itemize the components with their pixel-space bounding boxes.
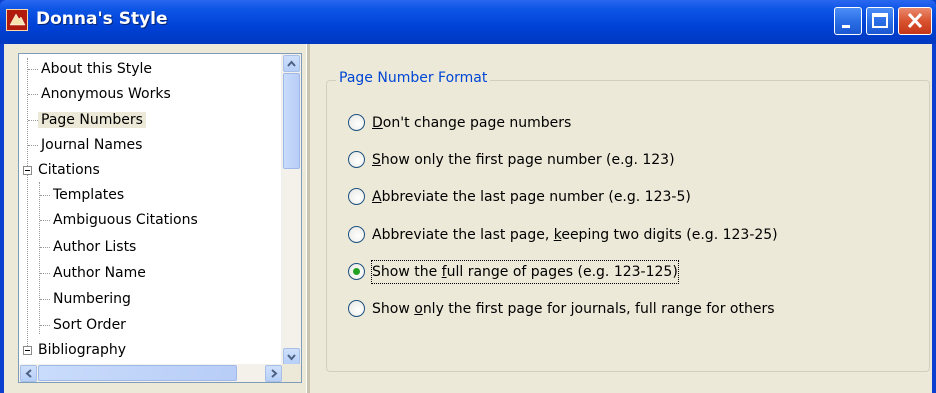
chevron-right-icon	[271, 369, 278, 378]
radio-label: Abbreviate the last page, keeping two di…	[372, 227, 778, 243]
tree-line	[40, 220, 50, 221]
tree-line	[40, 299, 50, 300]
vertical-scroll-thumb[interactable]	[283, 73, 300, 169]
tree-line	[40, 325, 50, 326]
tree-item-label: Journal Names	[41, 137, 143, 153]
tree-item-author-name[interactable]: Author Name	[50, 262, 149, 284]
scrollbar-corner	[282, 364, 301, 382]
close-button[interactable]	[898, 7, 932, 35]
tree-item-label: Page Numbers	[38, 112, 146, 128]
tree-line	[28, 120, 38, 121]
radio-label: Show only the first page for journals, f…	[372, 301, 775, 317]
scroll-down-button[interactable]	[283, 348, 300, 365]
radio-button[interactable]	[348, 151, 365, 168]
radio-button[interactable]	[348, 114, 365, 131]
tree-item-label: Templates	[53, 187, 125, 203]
radio-button[interactable]	[348, 188, 365, 205]
scroll-up-button[interactable]	[283, 55, 300, 72]
tree-item-label: Anonymous Works	[41, 86, 171, 102]
expand-collapse-icon[interactable]	[23, 166, 32, 175]
settings-tree[interactable]: About this Style Anonymous Works Page Nu…	[18, 53, 302, 383]
radio-label: Show the full range of pages (e.g. 123-1…	[371, 260, 679, 284]
maximize-button[interactable]	[866, 7, 894, 35]
radio-label: Show only the first page number (e.g. 12…	[372, 152, 675, 168]
tree-item-label: Numbering	[53, 291, 131, 307]
tree-item-label: Author Lists	[53, 239, 137, 255]
chevron-left-icon	[25, 369, 32, 378]
radio-button[interactable]	[348, 226, 365, 243]
chevron-down-icon	[287, 354, 296, 361]
style-editor-window: Donna's Style About this Style Anonymous…	[0, 0, 936, 393]
close-icon	[907, 12, 923, 29]
expand-collapse-icon[interactable]	[23, 346, 32, 355]
tree-item-label: Bibliography	[38, 342, 126, 358]
maximize-icon	[872, 13, 888, 28]
tree-item-bibliography[interactable]: Bibliography	[35, 339, 129, 361]
tree-item-citations[interactable]: Citations	[35, 159, 103, 181]
window-title: Donna's Style	[36, 9, 168, 29]
tree-item-label: About this Style	[41, 61, 153, 77]
tree-line	[40, 273, 50, 274]
tree-item-anonymous-works[interactable]: Anonymous Works	[38, 83, 174, 105]
tree-item-label: Sort Order	[53, 317, 126, 333]
tree-line	[39, 182, 40, 334]
horizontal-scrollbar[interactable]	[19, 364, 283, 382]
minimize-button[interactable]	[834, 7, 862, 35]
tree-item-label: Citations	[38, 162, 100, 178]
tree-item-author-lists[interactable]: Author Lists	[50, 236, 139, 258]
scroll-right-button[interactable]	[265, 365, 282, 382]
minimize-icon	[842, 25, 850, 28]
radio-label: Abbreviate the last page number (e.g. 12…	[372, 189, 691, 205]
tree-item-templates[interactable]: Templates	[50, 184, 127, 206]
tree-item-page-numbers[interactable]: Page Numbers	[38, 109, 146, 131]
vertical-scrollbar[interactable]	[281, 54, 301, 366]
title-bar[interactable]: Donna's Style	[0, 0, 936, 44]
tree-item-numbering[interactable]: Numbering	[50, 288, 134, 310]
tree-line	[28, 145, 38, 146]
client-area: About this Style Anonymous Works Page Nu…	[4, 44, 932, 393]
tree-line	[40, 247, 50, 248]
group-title: Page Number Format	[336, 70, 491, 86]
tree-item-ambiguous-citations[interactable]: Ambiguous Citations	[50, 209, 201, 231]
tree-item-sort-order[interactable]: Sort Order	[50, 314, 129, 336]
tree-item-journal-names[interactable]: Journal Names	[38, 134, 145, 156]
radio-button-checked[interactable]	[348, 263, 365, 280]
tree-line	[28, 69, 38, 70]
chevron-up-icon	[287, 60, 296, 67]
scroll-left-button[interactable]	[20, 365, 37, 382]
app-icon[interactable]	[6, 9, 28, 31]
panel-splitter[interactable]	[306, 44, 310, 393]
tree-line	[28, 94, 38, 95]
tree-line	[40, 195, 50, 196]
horizontal-scroll-thumb[interactable]	[38, 365, 237, 381]
tree-item-label: Ambiguous Citations	[53, 212, 198, 228]
radio-button[interactable]	[348, 300, 365, 317]
tree-line	[27, 58, 28, 350]
tree-item-about-this-style[interactable]: About this Style	[38, 58, 155, 80]
tree-item-label: Author Name	[53, 265, 146, 281]
radio-label: Don't change page numbers	[372, 115, 572, 131]
